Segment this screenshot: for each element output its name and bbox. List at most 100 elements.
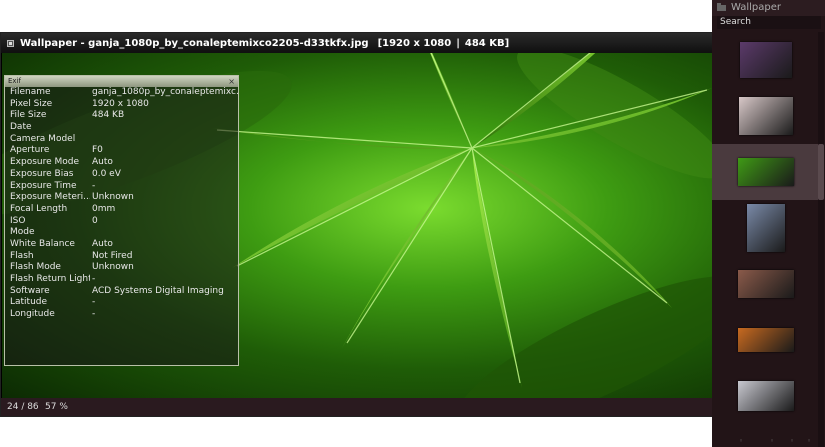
exif-row: Flash Not Fired: [5, 251, 238, 263]
exif-value: 0.0 eV: [92, 168, 121, 179]
exif-key: Mode: [10, 227, 35, 238]
close-icon[interactable]: ×: [228, 76, 235, 87]
thumbnail-purple-lightning[interactable]: [740, 42, 792, 78]
next-page-icon[interactable]: ◦: [790, 437, 794, 445]
zoom-level: 57 %: [45, 402, 68, 412]
exif-key: Flash Mode: [10, 262, 61, 273]
exif-row: White Balance Auto: [5, 239, 238, 251]
exif-row: Focal Length 0mm: [5, 204, 238, 216]
exif-row: Software ACD Systems Digital Imaging: [5, 286, 238, 298]
exif-value: -: [92, 297, 96, 308]
sidebar-header: Wallpaper: [712, 0, 825, 16]
image-canvas[interactable]: Exif × Filename ganja_1080p_by_conaleptem…: [2, 53, 712, 398]
image-file-size: 484 KB]: [464, 37, 510, 49]
exif-row: Mode: [5, 227, 238, 239]
exif-value: Auto: [92, 157, 113, 168]
thumbnail-green-leaf[interactable]: [738, 158, 794, 186]
thumbnail-anime-portrait[interactable]: [747, 204, 785, 252]
exif-row: Aperture F0: [5, 145, 238, 157]
exif-row: ISO 0: [5, 216, 238, 228]
sidebar-footer-icons: ◦ ◦ ◦ ◦: [712, 436, 818, 447]
exif-value: 0: [92, 215, 98, 226]
exif-panel-header[interactable]: Exif ×: [5, 76, 238, 87]
image-index: 24 / 86: [7, 402, 39, 412]
exif-key: Software: [10, 285, 50, 296]
exif-value: -: [92, 274, 96, 284]
exif-value: -: [92, 309, 96, 320]
exif-table: Filename ganja_1080p_by_conaleptemixc... P…: [5, 87, 238, 321]
wallpaper-sidebar: Wallpaper Search: [712, 0, 825, 447]
exif-value: -: [92, 180, 96, 191]
exif-panel-title: Exif: [8, 77, 21, 85]
exif-value: 0mm: [92, 203, 116, 214]
thumbnail-item[interactable]: [712, 88, 819, 144]
thumbnail-orange-stripes[interactable]: [738, 328, 794, 352]
exif-row: Pixel Size 1920 x 1080: [5, 99, 238, 111]
exif-row: Latitude -: [5, 297, 238, 309]
exif-key: Exposure Mode: [10, 157, 80, 168]
viewer-title-bar[interactable]: Wallpaper - ganja_1080p_by_conaleptemixc…: [1, 33, 713, 53]
exif-row: Flash Return Light -: [5, 274, 238, 286]
status-bar: 24 / 86 57 %: [1, 398, 713, 416]
exif-row: Exposure Mode Auto: [5, 157, 238, 169]
exif-value: ACD Systems Digital Imaging: [92, 285, 224, 296]
exif-value: Not Fired: [92, 250, 133, 261]
exif-row: Exposure Time -: [5, 181, 238, 193]
exif-key: Flash Return Light: [10, 274, 90, 284]
exif-key: Pixel Size: [10, 98, 53, 109]
exif-key: Filename: [10, 87, 51, 97]
exif-row: Exposure Meteri... Unknown: [5, 192, 238, 204]
thumbnail-item[interactable]: [712, 32, 819, 88]
thumbnail-white-bird[interactable]: [738, 381, 794, 411]
image-viewer-window: Wallpaper - ganja_1080p_by_conaleptemixc…: [0, 32, 714, 417]
exif-key: Aperture: [10, 145, 50, 156]
sidebar-title: Wallpaper: [731, 2, 782, 13]
exif-value: Unknown: [92, 192, 134, 203]
exif-row: File Size 484 KB: [5, 110, 238, 122]
exif-value: Unknown: [92, 262, 134, 273]
exif-value: ganja_1080p_by_conaleptemixc...: [92, 87, 238, 97]
first-page-icon[interactable]: ◦: [739, 437, 743, 445]
exif-key: Camera Model: [10, 133, 76, 144]
sidebar-scrollbar[interactable]: [818, 32, 824, 447]
exif-key: Date: [10, 122, 32, 133]
exif-key: Longitude: [10, 309, 55, 320]
exif-key: White Balance: [10, 238, 75, 249]
thumbnail-item[interactable]: [712, 312, 819, 368]
thumbnail-people-collage[interactable]: [738, 270, 794, 298]
exif-key: Latitude: [10, 297, 48, 308]
viewer-title: Wallpaper - ganja_1080p_by_conaleptemixc…: [20, 37, 369, 49]
exif-row: Filename ganja_1080p_by_conaleptemixc...: [5, 87, 238, 99]
last-page-icon[interactable]: ◦: [807, 437, 811, 445]
thumbnail-item[interactable]: [712, 200, 819, 256]
exif-key: Exposure Meteri...: [10, 192, 90, 203]
exif-panel: Exif × Filename ganja_1080p_by_conaleptem…: [4, 75, 239, 366]
exif-value: F0: [92, 145, 103, 156]
exif-key: File Size: [10, 110, 47, 121]
thumbnail-floral-pattern[interactable]: [739, 97, 793, 135]
exif-value: 484 KB: [92, 110, 125, 121]
thumbnail-item[interactable]: [712, 368, 819, 424]
exif-row: Camera Model: [5, 134, 238, 146]
title-separator: |: [456, 37, 460, 49]
exif-key: Flash: [10, 250, 34, 261]
search-input[interactable]: Search: [717, 16, 821, 29]
scrollbar-thumb[interactable]: [818, 144, 824, 200]
image-dimensions: [1920 x 1080: [377, 37, 452, 49]
folder-icon: [717, 3, 726, 11]
prev-page-icon[interactable]: ◦: [770, 437, 774, 445]
exif-value: Auto: [92, 238, 113, 249]
exif-key: Focal Length: [10, 203, 68, 214]
exif-key: Exposure Bias: [10, 168, 74, 179]
window-menu-icon[interactable]: [7, 39, 14, 47]
thumbnail-item[interactable]: [712, 144, 819, 200]
exif-value: 1920 x 1080: [92, 98, 149, 109]
thumbnail-item[interactable]: [712, 256, 819, 312]
thumbnail-list: [712, 32, 825, 447]
exif-key: ISO: [10, 215, 26, 226]
exif-row: Date: [5, 122, 238, 134]
exif-row: Flash Mode Unknown: [5, 262, 238, 274]
exif-key: Exposure Time: [10, 180, 77, 191]
exif-row: Longitude -: [5, 309, 238, 321]
exif-row: Exposure Bias 0.0 eV: [5, 169, 238, 181]
